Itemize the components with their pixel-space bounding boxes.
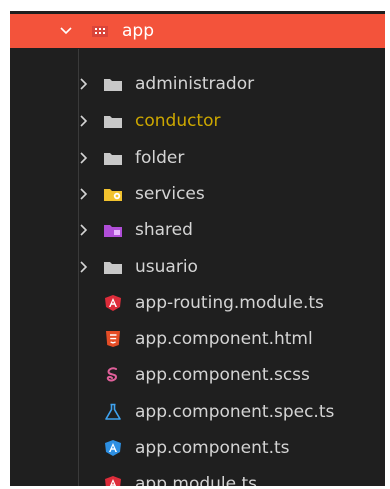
tree-folder-shared[interactable]: shared [10,211,385,248]
tree-folder-services[interactable]: services [10,175,385,212]
tree-file-app-component-scss[interactable]: app.component.scss [10,356,385,393]
angular-icon [103,475,123,486]
file-explorer: app administrador conductor folder servi… [10,11,385,486]
tree-file-label: app.module.ts [135,473,258,487]
chevron-right-icon[interactable] [76,76,92,92]
chevron-down-icon[interactable] [58,23,74,39]
tree-folder-label: conductor [135,110,221,131]
folder-icon [103,258,123,276]
tree-file-app-routing-module[interactable]: app-routing.module.ts [10,284,385,321]
tree-file-app-component-ts[interactable]: app.component.ts [10,429,385,466]
tree-folder-usuario[interactable]: usuario [10,248,385,285]
tree-root-label: app [122,21,154,41]
tree-file-label: app.component.ts [135,437,290,458]
tree-folder-folder[interactable]: folder [10,139,385,176]
chevron-right-icon[interactable] [76,150,92,166]
tree-file-label: app.component.spec.ts [135,401,335,422]
tree-folder-administrador[interactable]: administrador [10,65,385,102]
folder-shared-icon [103,221,123,239]
angular-component-icon [103,439,123,457]
folder-icon [103,75,123,93]
tree-folder-label: folder [135,147,185,168]
tree-file-label: app.component.html [135,328,313,349]
tree-file-app-module[interactable]: app.module.ts [10,465,385,486]
chevron-right-icon[interactable] [76,186,92,202]
folder-icon [103,149,123,167]
tree-folder-label: administrador [135,73,255,94]
folder-app-icon [90,22,110,40]
tree-file-app-component-html[interactable]: app.component.html [10,320,385,357]
tree-folder-conductor[interactable]: conductor [10,102,385,139]
html-icon [103,330,123,348]
test-flask-icon [103,403,123,421]
chevron-right-icon[interactable] [76,259,92,275]
tree-folder-label: services [135,183,205,204]
chevron-right-icon[interactable] [76,222,92,238]
angular-icon [103,294,123,312]
tree-folder-label: shared [135,219,193,240]
tree-root-app[interactable]: app [10,14,385,48]
sass-icon [103,366,123,384]
chevron-right-icon[interactable] [76,113,92,129]
folder-icon [103,112,123,130]
folder-services-icon [103,185,123,203]
screenshot-frame: app administrador conductor folder servi… [0,0,390,489]
tree-file-label: app.component.scss [135,364,310,385]
tree-folder-label: usuario [135,256,198,277]
tree-file-label: app-routing.module.ts [135,292,324,313]
tree-file-app-component-spec[interactable]: app.component.spec.ts [10,393,385,430]
